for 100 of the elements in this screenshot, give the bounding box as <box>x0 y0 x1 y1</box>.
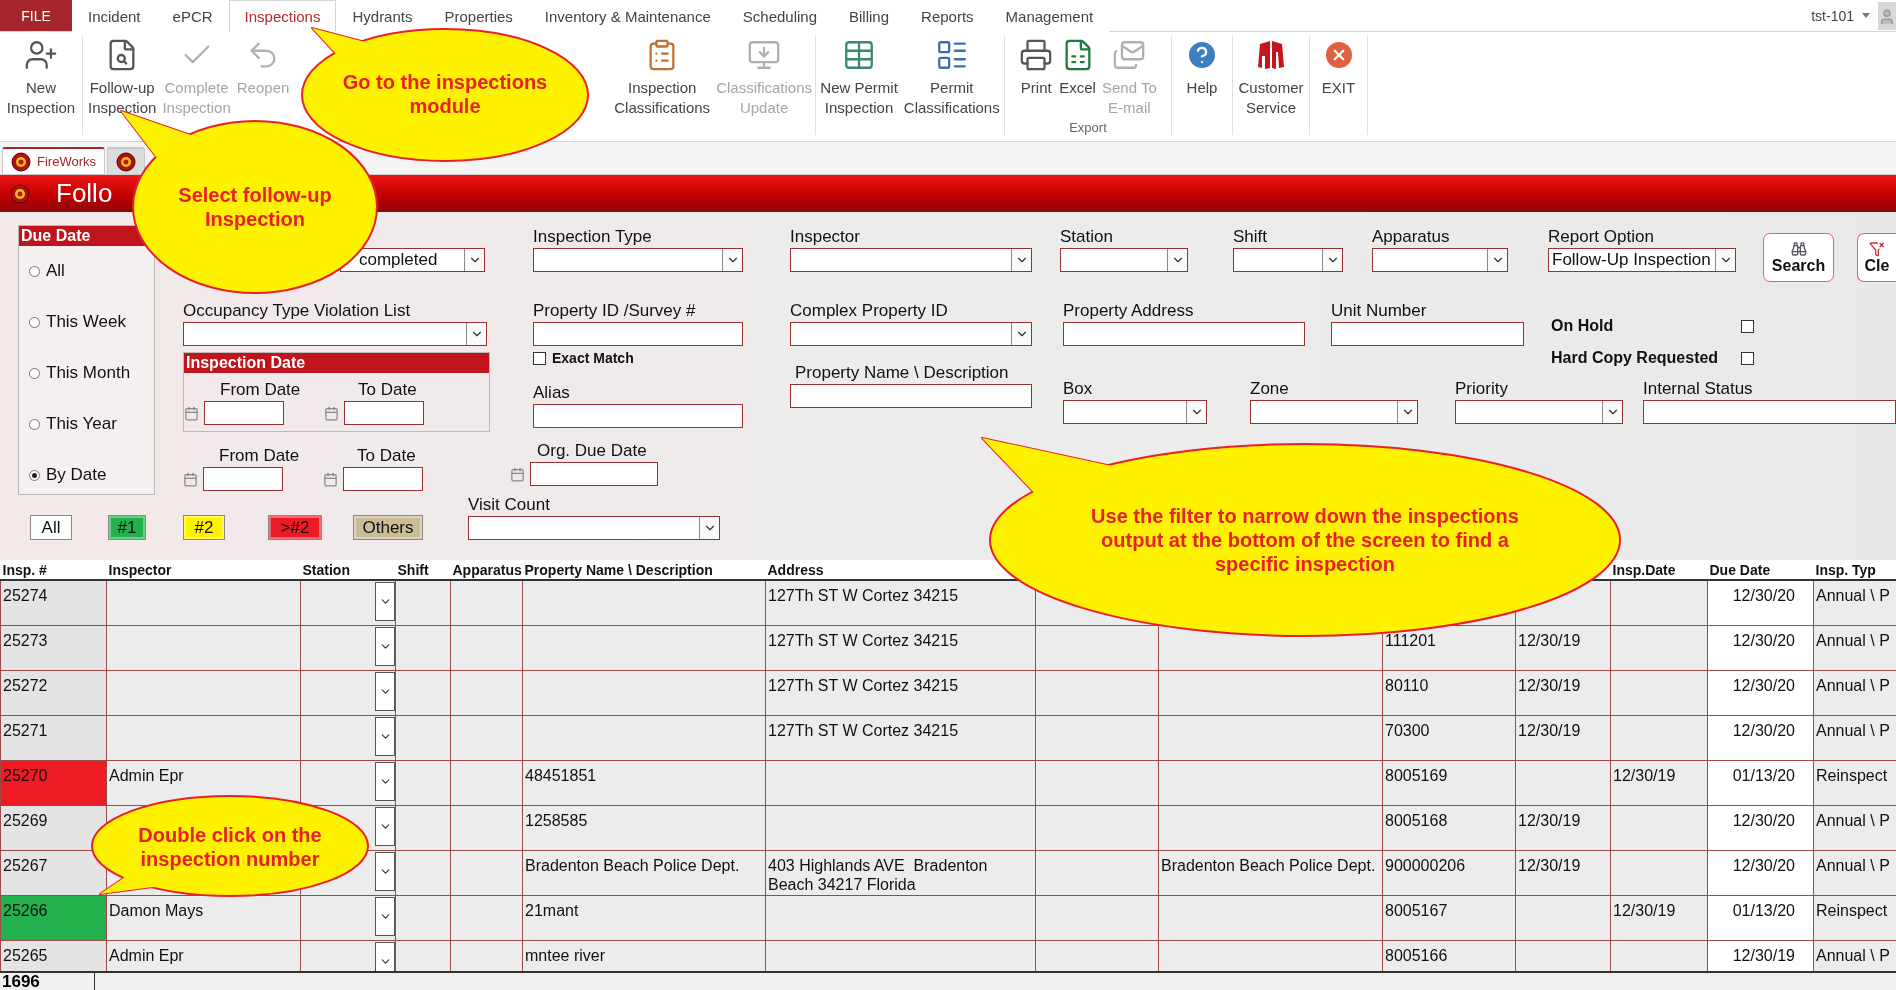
table-cell: 8005166 <box>1382 940 1516 971</box>
dropdown-field[interactable] <box>183 322 487 346</box>
input-field[interactable] <box>343 467 423 491</box>
dropdown-field[interactable] <box>1060 248 1188 272</box>
document-tab[interactable]: FireWorks <box>2 147 105 174</box>
filter-button[interactable]: #1 <box>108 515 146 540</box>
ribbon-button[interactable]: Permit Classifications <box>900 36 1003 120</box>
document-tab[interactable] <box>107 147 145 174</box>
dropdown-button[interactable] <box>375 896 395 936</box>
input-field[interactable] <box>1063 322 1305 346</box>
ribbon-button[interactable]: Print <box>1016 36 1057 100</box>
action-button[interactable]: Cle <box>1857 233 1896 282</box>
inspection-number-cell[interactable]: 25269 <box>0 805 107 850</box>
input-field[interactable] <box>203 467 283 491</box>
group-label: Export <box>1069 120 1107 137</box>
checkbox[interactable] <box>1741 351 1754 365</box>
table-cell: 8005169 <box>1382 760 1516 805</box>
checkbox[interactable] <box>1741 319 1754 333</box>
dropdown-field[interactable] <box>790 322 1032 346</box>
input-field[interactable] <box>530 462 658 486</box>
radio-button[interactable] <box>29 469 40 481</box>
dropdown-field[interactable] <box>1455 400 1623 424</box>
dropdown-field[interactable] <box>468 516 720 540</box>
dropdown-field[interactable]: completed <box>340 248 485 272</box>
inspection-number-cell[interactable]: 25266 <box>0 895 107 940</box>
menu-tab[interactable]: Inspections <box>228 0 337 32</box>
dropdown-button[interactable] <box>375 761 395 801</box>
table-cell: 12/30/20 <box>1707 715 1814 760</box>
inspection-number-cell[interactable]: 25273 <box>0 625 107 670</box>
ribbon-button[interactable]: New Inspection <box>3 36 79 120</box>
ribbon-button[interactable]: Excel <box>1056 36 1099 100</box>
filter-button[interactable]: >#2 <box>268 515 322 540</box>
caret-icon[interactable] <box>1862 13 1870 18</box>
input-field[interactable] <box>533 404 743 428</box>
field-label: Shift <box>1233 226 1268 248</box>
ribbon-button[interactable]: Follow-up Inspection <box>85 36 160 120</box>
table-cell: 12/30/19 <box>1515 850 1611 895</box>
input-field[interactable] <box>1331 322 1524 346</box>
field-label: From Date <box>219 445 301 467</box>
input-field[interactable] <box>344 401 424 425</box>
radio-button[interactable] <box>29 418 40 430</box>
dropdown-field[interactable] <box>1233 248 1343 272</box>
inspection-number-cell[interactable]: 25265 <box>0 940 107 971</box>
dropdown-button[interactable] <box>375 851 395 891</box>
dropdown-button[interactable] <box>375 716 395 756</box>
ribbon-button[interactable]: Customer Service <box>1235 36 1307 120</box>
ribbon-button[interactable]: New Permit Inspection <box>817 36 901 120</box>
file-menu-button[interactable]: FILE <box>0 0 72 31</box>
emblem-icon <box>11 151 31 172</box>
inspection-number-cell[interactable]: 25271 <box>0 715 107 760</box>
calendar-icon <box>324 405 339 421</box>
radio-option[interactable]: This Year <box>29 413 154 435</box>
table-cell: Annual \ P <box>1813 940 1896 971</box>
table-cell: 403 Highlands AVE Bradenton Beach 34217 Florida <box>765 850 1036 895</box>
table-cell: 12/30/19 <box>1515 805 1611 850</box>
checkbox-option[interactable]: Exact Match <box>533 350 634 366</box>
dropdown-button[interactable] <box>375 806 395 846</box>
input-field[interactable] <box>1643 400 1896 424</box>
dropdown-field[interactable] <box>790 248 1032 272</box>
user-name[interactable]: tst-101 <box>1811 7 1854 24</box>
ribbon-button[interactable]: EXIT <box>1318 36 1359 100</box>
input-field[interactable] <box>790 384 1032 408</box>
dropdown-button[interactable] <box>375 941 395 971</box>
dropdown-field[interactable] <box>1063 400 1207 424</box>
ribbon-button[interactable]: Help <box>1182 36 1222 100</box>
inspection-number-cell[interactable]: 25272 <box>0 670 107 715</box>
inspection-number-cell[interactable]: 25270 <box>0 760 107 805</box>
dropdown-button[interactable] <box>375 626 395 666</box>
radio-option[interactable]: All <box>29 260 154 282</box>
dropdown-field[interactable] <box>1372 248 1508 272</box>
table-cell: Annual \ P <box>1813 580 1896 625</box>
radio-option[interactable]: This Month <box>29 362 154 384</box>
table-cell: 111201 <box>1382 625 1516 670</box>
checkbox-option[interactable]: On Hold <box>1551 317 1754 335</box>
field-label: Complex Property ID <box>790 300 948 322</box>
inspection-number-cell[interactable]: 25274 <box>0 580 107 625</box>
dropdown-field[interactable]: Follow-Up Inspection <box>1548 248 1736 272</box>
action-button[interactable]: Search <box>1763 233 1834 282</box>
radio-button[interactable] <box>29 316 40 328</box>
filter-button[interactable]: #2 <box>183 515 225 540</box>
calendar-icon <box>184 405 199 421</box>
field-label: Priority <box>1455 378 1508 400</box>
filter-button[interactable]: Others <box>353 515 423 540</box>
inspection-number-cell[interactable]: 25267 <box>0 850 107 895</box>
dropdown-button[interactable] <box>375 582 395 621</box>
avatar-icon[interactable] <box>1878 1 1896 30</box>
ribbon-button[interactable]: Inspection Classifications <box>611 36 714 120</box>
input-field[interactable] <box>204 401 284 425</box>
dropdown-button[interactable] <box>375 671 395 711</box>
checkbox-option[interactable]: Hard Copy Requested <box>1551 349 1754 367</box>
dropdown-field[interactable] <box>1250 400 1418 424</box>
checkbox[interactable] <box>533 351 546 365</box>
radio-option[interactable]: By Date <box>29 464 154 486</box>
filter-button[interactable]: All <box>30 515 72 540</box>
input-field[interactable] <box>533 322 743 346</box>
radio-option[interactable]: This Week <box>29 311 154 333</box>
callout-text: Go to the inspections module <box>341 70 549 118</box>
dropdown-field[interactable] <box>533 248 743 272</box>
radio-button[interactable] <box>29 265 40 277</box>
radio-button[interactable] <box>29 367 40 379</box>
